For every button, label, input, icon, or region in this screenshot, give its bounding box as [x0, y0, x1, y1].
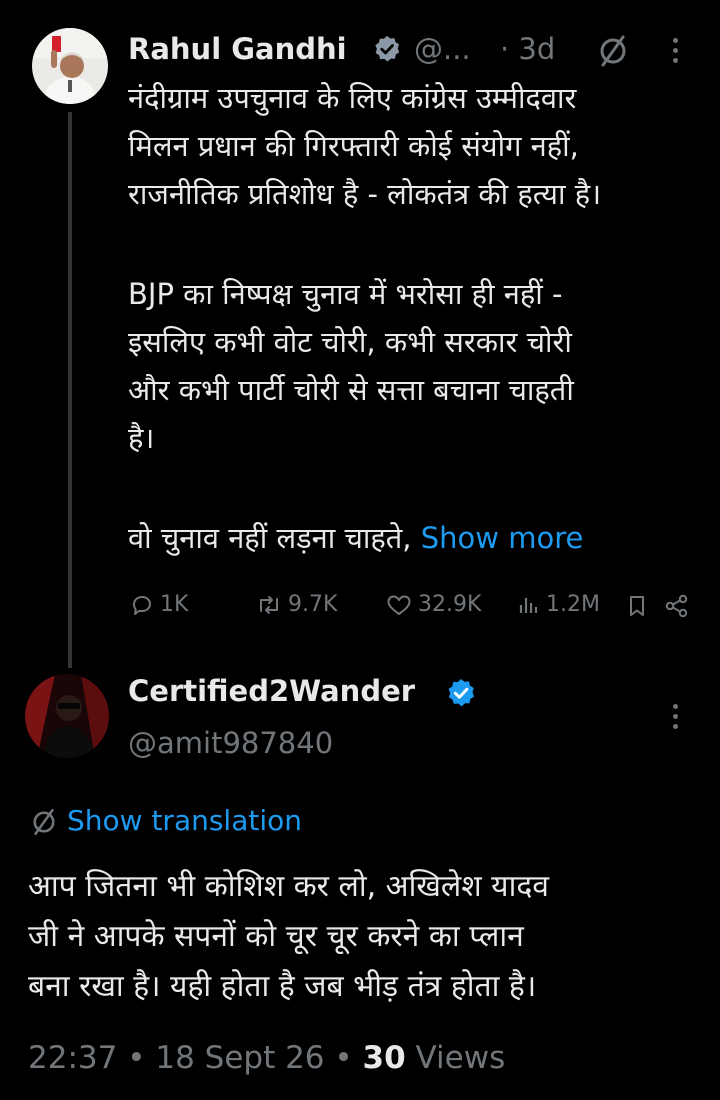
tweet-body-paragraph-3: वो चुनाव नहीं लड़ना चाहते, Show more	[128, 514, 708, 562]
separator-dot: •	[127, 1040, 156, 1076]
translate-icon[interactable]	[28, 806, 60, 838]
like-button[interactable]: 32.9K	[386, 592, 481, 617]
views-button[interactable]: 1.2M	[518, 592, 600, 617]
reply-author-handle[interactable]: @amit987840	[128, 726, 333, 760]
rahul-gandhi-avatar[interactable]	[32, 28, 108, 104]
views-count: 1.2M	[546, 592, 600, 617]
tweet-author-handle[interactable]: @...	[414, 32, 471, 66]
tweet-timestamp[interactable]: · 3d	[500, 32, 555, 66]
certified2wander-avatar[interactable]	[25, 674, 109, 758]
reply-date[interactable]: 18 Sept 26	[155, 1040, 324, 1076]
reply-icon	[133, 595, 151, 615]
reply-button[interactable]: 1K	[130, 592, 188, 617]
show-more-link[interactable]: Show more	[421, 521, 584, 555]
reply-time[interactable]: 22:37	[28, 1040, 117, 1076]
separator-dot: •	[334, 1040, 363, 1076]
share-icon[interactable]	[664, 594, 690, 618]
reply-more-icon[interactable]	[673, 704, 678, 729]
tweet-body-text: वो चुनाव नहीं लड़ना चाहते,	[128, 521, 421, 555]
thread-line	[68, 112, 72, 668]
like-icon	[387, 595, 411, 615]
bookmark-icon[interactable]	[626, 594, 648, 618]
reply-author-name[interactable]: Certified2Wander	[128, 674, 415, 708]
tweet-more-icon[interactable]	[673, 38, 678, 63]
tweet-author-name[interactable]: Rahul Gandhi	[128, 32, 347, 66]
no-translate-icon[interactable]	[594, 32, 632, 70]
tweet-body-paragraph-2: BJP का निष्पक्ष चुनाव में भरोसा ही नहीं …	[128, 277, 574, 455]
reply-views-label: Views	[415, 1040, 506, 1076]
like-count: 32.9K	[418, 592, 482, 617]
reply-body: आप जितना भी कोशिश कर लो, अखिलेश यादव जी …	[28, 869, 549, 1004]
repost-count: 9.7K	[288, 592, 338, 617]
repost-button[interactable]: 9.7K	[256, 592, 337, 617]
verified-badge-icon	[375, 35, 400, 62]
repost-icon	[260, 595, 278, 614]
reply-meta: 22:37 • 18 Sept 26 • 30 Views	[28, 1040, 505, 1076]
views-icon	[519, 597, 538, 613]
show-translation-link[interactable]: Show translation	[67, 804, 302, 837]
verified-badge-icon	[448, 679, 475, 707]
reply-views-count: 30	[362, 1040, 406, 1076]
tweet-body-paragraph-1: नंदीग्राम उपचुनाव के लिए कांग्रेस उम्मीद…	[128, 81, 602, 211]
reply-count: 1K	[160, 592, 189, 617]
